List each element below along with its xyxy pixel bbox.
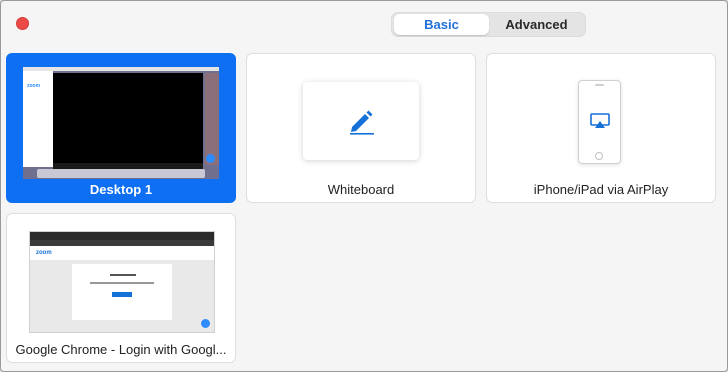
tab-advanced[interactable]: Advanced [490, 14, 583, 35]
tile-label-airplay: iPhone/iPad via AirPlay [533, 182, 669, 197]
share-screen-window: Basic Advanced zoom Desktop 1 Whiteboard [0, 0, 728, 372]
share-tile-chrome[interactable]: zoom Google Chrome - Login with Googl... [6, 213, 236, 363]
share-mode-tabs: Basic Advanced [391, 12, 586, 37]
tile-label-chrome: Google Chrome - Login with Googl... [15, 342, 227, 357]
phone-thumbnail [578, 80, 621, 164]
tile-label-whiteboard: Whiteboard [327, 182, 395, 197]
tile-label-desktop: Desktop 1 [89, 182, 153, 197]
share-tile-whiteboard[interactable]: Whiteboard [246, 53, 476, 203]
close-window-button[interactable] [16, 17, 29, 30]
tab-basic[interactable]: Basic [394, 14, 489, 35]
pencil-icon [350, 110, 374, 135]
chrome-thumbnail: zoom [29, 231, 215, 333]
airplay-icon [590, 113, 610, 128]
share-tile-desktop[interactable]: zoom Desktop 1 [6, 53, 236, 203]
whiteboard-thumbnail [303, 82, 419, 160]
desktop-thumbnail: zoom [23, 67, 219, 179]
share-tile-airplay[interactable]: iPhone/iPad via AirPlay [486, 53, 716, 203]
